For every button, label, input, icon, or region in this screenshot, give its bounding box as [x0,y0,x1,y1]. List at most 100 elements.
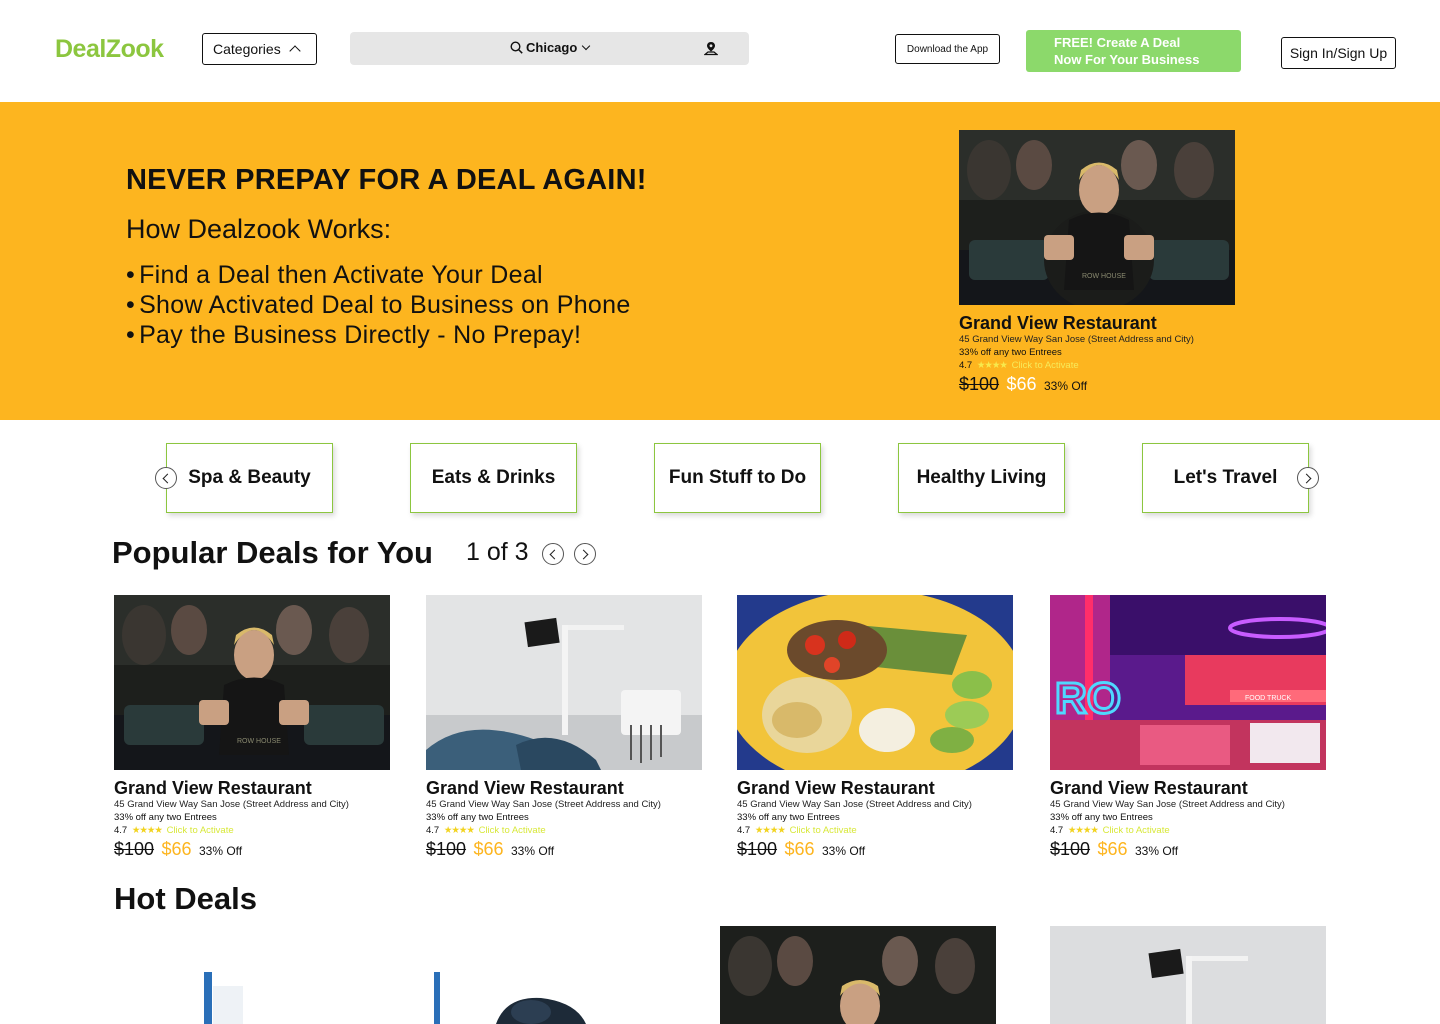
category-tab-spa-beauty[interactable]: Spa & Beauty [166,443,333,513]
how-it-works-step: Show Activated Deal to Business on Phone [126,290,631,320]
deal-name[interactable]: Grand View Restaurant [426,778,716,798]
deal-offer: 33% off any two Entrees [737,812,840,823]
rating-value: 4.7 [426,825,440,836]
logo-text: DealZook [55,35,164,63]
download-app-button[interactable]: Download the App [895,34,1000,64]
deal-offer: 33% off any two Entrees [114,812,217,823]
deal-address: 45 Grand View Way San Jose (Street Addre… [426,799,661,810]
popular-prev-button[interactable] [542,543,564,565]
category-tab-healthy-living[interactable]: Healthy Living [898,443,1065,513]
original-price: $100 [426,839,467,859]
deal-image-dental-chair[interactable] [426,595,702,770]
hero-banner: NEVER PREPAY FOR A DEAL AGAIN! How Dealz… [0,102,1440,420]
deal-price: $100 $66 33% Off [959,373,1239,397]
discount-label: 33% Off [1044,379,1088,393]
activate-link[interactable]: Click to Activate [167,825,234,836]
category-tab-fun-stuff[interactable]: Fun Stuff to Do [654,443,821,513]
location-label: Chicago [526,40,578,55]
deal-address: 45 Grand View Way San Jose (Street Addre… [959,334,1194,345]
deal-name[interactable]: Grand View Restaurant [1050,778,1340,798]
deal-price-value: $66 [1006,374,1037,394]
deal-name[interactable]: Grand View Restaurant [737,778,1027,798]
deal-address: 45 Grand View Way San Jose (Street Addre… [114,799,349,810]
deal-rating: 4.7 ★★★★ Click to Activate [959,359,1239,372]
categories-prev-button[interactable] [155,467,177,489]
original-price: $100 [114,839,155,859]
deal-image-rowing-gym[interactable]: ROW HOUSE [959,130,1235,310]
deal-card[interactable]: ROW HOUSE Grand View Restaurant 45 Grand… [114,595,404,862]
rating-value: 4.7 [959,360,973,371]
popular-next-button[interactable] [574,543,596,565]
discount-label: 33% Off [511,844,555,858]
dealzook-logo[interactable]: DealZook [55,33,179,70]
svg-text:ROW HOUSE: ROW HOUSE [1082,273,1126,280]
rating-value: 4.7 [737,825,751,836]
discount-label: 33% Off [822,844,866,858]
chevron-up-icon [289,45,301,57]
rating-value: 4.7 [114,825,128,836]
deal-price-value: $66 [784,839,815,859]
categories-next-button[interactable] [1297,467,1319,489]
categories-dropdown[interactable]: Categories [202,33,317,65]
hot-deals-title: Hot Deals [114,881,257,916]
hot-deal-image[interactable] [426,926,702,1024]
hero-title: NEVER PREPAY FOR A DEAL AGAIN! [126,164,647,196]
star-rating-icon: ★★★★ [754,825,786,836]
category-tab-lets-travel[interactable]: Let's Travel [1142,443,1309,513]
how-it-works-step: Pay the Business Directly - No Prepay! [126,320,631,350]
create-deal-line1: FREE! Create A Deal [1054,35,1181,50]
deal-price-value: $66 [1097,839,1128,859]
create-deal-line2: Now For Your Business [1054,52,1200,67]
svg-text:ROW HOUSE: ROW HOUSE [237,738,281,745]
deal-price: $100 $66 33% Off [1050,838,1340,862]
deal-offer: 33% off any two Entrees [426,812,529,823]
discount-label: 33% Off [199,844,243,858]
deal-image-rowing-gym[interactable]: ROW HOUSE [114,595,390,770]
top-header: DealZook Categories Chicago Download the… [0,0,1440,102]
hero-subtitle: How Dealzook Works: [126,214,392,244]
chevron-left-icon [162,473,173,483]
hot-deal-image[interactable] [1050,926,1326,1024]
star-rating-icon: ★★★★ [1067,825,1099,836]
deal-offer: 33% off any two Entrees [1050,812,1153,823]
deal-price: $100 $66 33% Off [737,838,1027,862]
chevron-down-icon [582,41,591,51]
location-search-bar[interactable]: Chicago [350,32,749,65]
deal-address: 45 Grand View Way San Jose (Street Addre… [1050,799,1285,810]
activate-link[interactable]: Click to Activate [1012,360,1079,371]
deal-offer: 33% off any two Entrees [959,347,1062,358]
hot-deal-image[interactable] [720,926,996,1024]
featured-deal-card[interactable]: ROW HOUSE Grand View Restaurant 45 Grand… [959,130,1239,397]
deal-card[interactable]: Grand View Restaurant 45 Grand View Way … [426,595,716,862]
create-deal-button[interactable]: FREE! Create A Deal Now For Your Busines… [1026,30,1241,72]
search-icon [510,41,523,54]
discount-label: 33% Off [1135,844,1179,858]
deal-image-neon-venue[interactable]: FOOD TRUCK RO [1050,595,1332,770]
hot-deal-image[interactable] [114,926,390,1024]
map-pin-icon[interactable] [704,41,718,56]
category-tab-eats-drinks[interactable]: Eats & Drinks [410,443,577,513]
deal-address: 45 Grand View Way San Jose (Street Addre… [737,799,972,810]
activate-link[interactable]: Click to Activate [790,825,857,836]
original-price: $100 [959,374,1000,394]
deal-image-food-plate[interactable] [725,590,1025,790]
deal-rating: 4.7 ★★★★ Click to Activate [737,824,1027,837]
star-rating-icon: ★★★★ [131,825,163,836]
deal-name[interactable]: Grand View Restaurant [114,778,404,798]
how-it-works-step: Find a Deal then Activate Your Deal [126,260,631,290]
deal-card[interactable]: FOOD TRUCK RO Grand View Restaurant 45 G… [1050,595,1340,862]
categories-label: Categories [213,41,281,57]
original-price: $100 [1050,839,1091,859]
location-selector[interactable]: Chicago [510,40,591,55]
activate-link[interactable]: Click to Activate [1103,825,1170,836]
svg-text:FOOD TRUCK: FOOD TRUCK [1245,695,1291,702]
activate-link[interactable]: Click to Activate [479,825,546,836]
rating-value: 4.7 [1050,825,1064,836]
popular-deals-title: Popular Deals for You [112,535,433,570]
sign-in-button[interactable]: Sign In/Sign Up [1281,37,1396,69]
chevron-right-icon [578,549,589,559]
popular-pager: 1 of 3 [466,538,529,566]
deal-card[interactable]: Grand View Restaurant 45 Grand View Way … [725,590,1027,862]
deal-name[interactable]: Grand View Restaurant [959,313,1239,333]
deal-rating: 4.7 ★★★★ Click to Activate [426,824,716,837]
